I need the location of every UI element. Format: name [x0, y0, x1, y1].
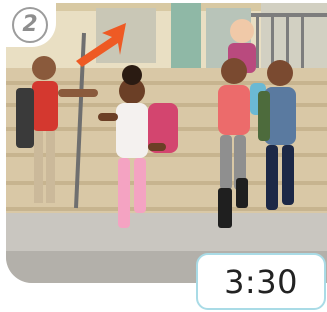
step-number-badge: 2 — [4, 2, 56, 47]
video-duration-label: 3:30 — [196, 253, 326, 310]
step-number: 2 — [12, 6, 48, 43]
kids-running-photo — [6, 3, 327, 283]
video-thumbnail[interactable] — [6, 3, 327, 283]
lesson-step-card[interactable]: 2 3:30 — [0, 0, 327, 312]
